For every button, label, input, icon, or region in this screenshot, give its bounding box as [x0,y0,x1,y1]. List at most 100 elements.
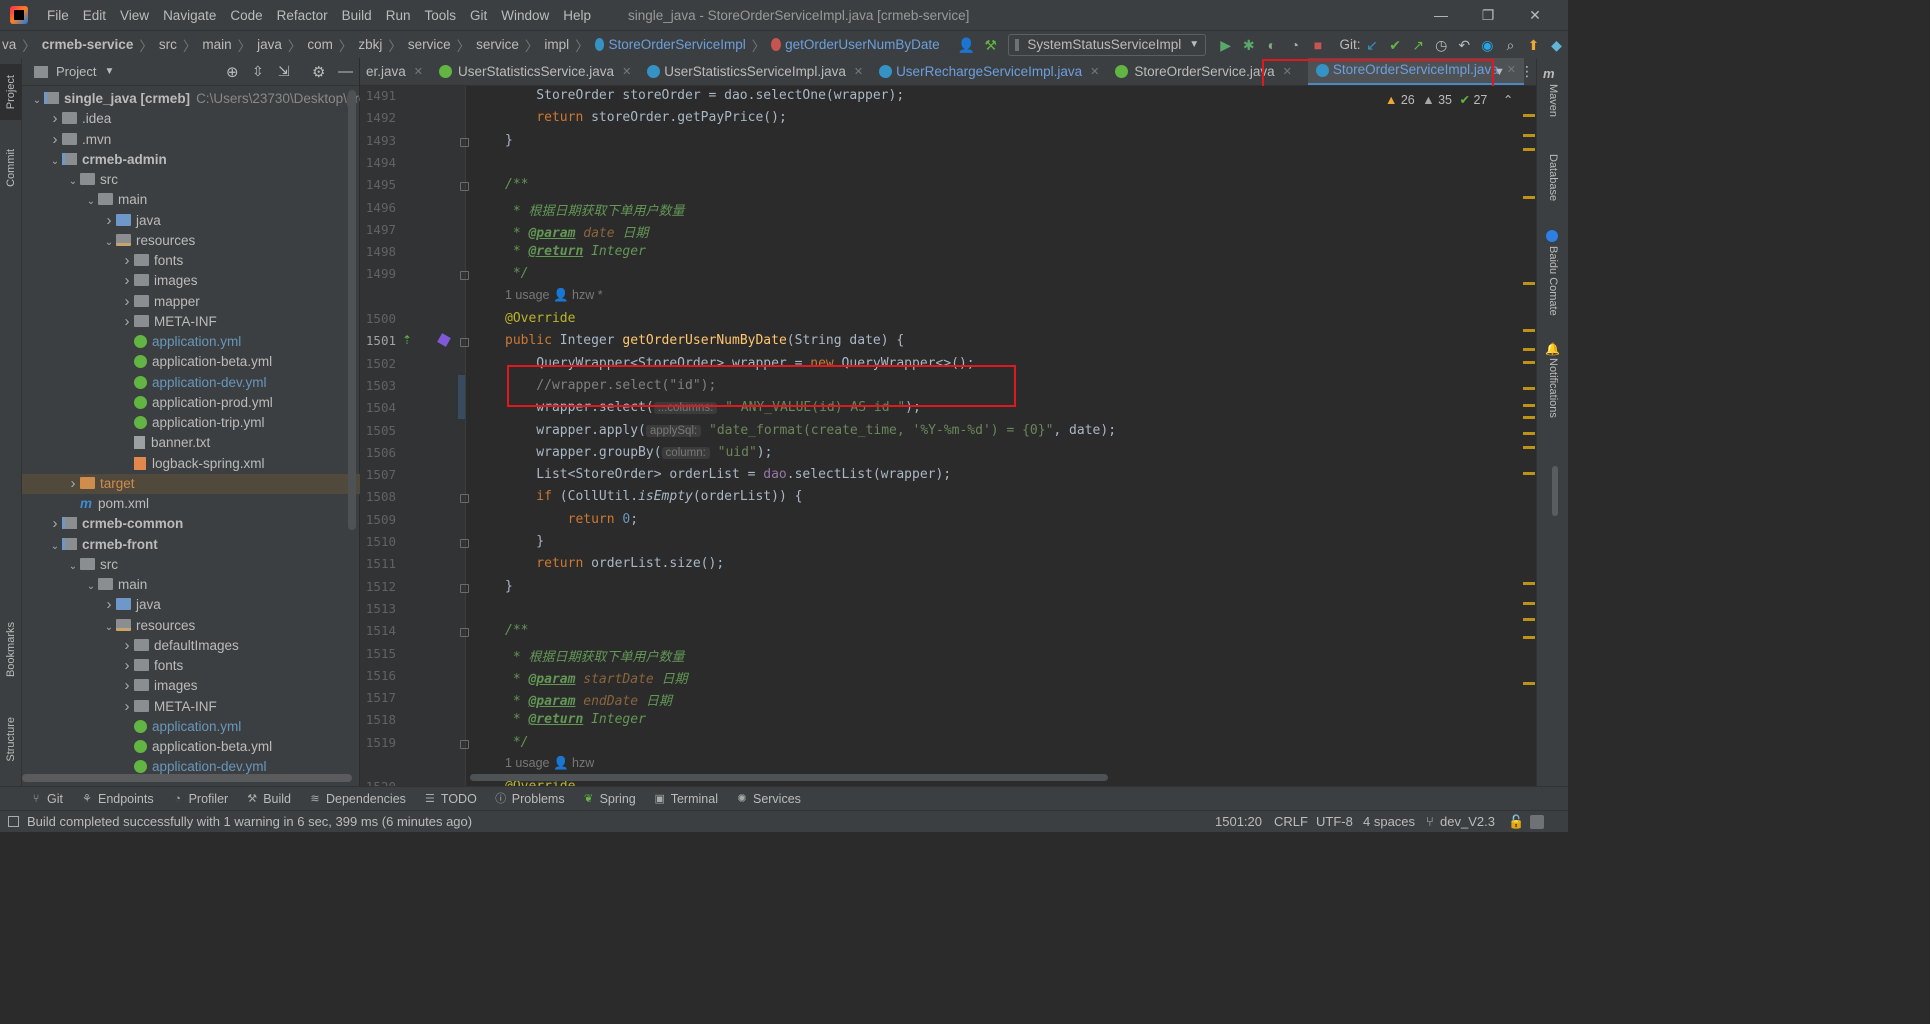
breadcrumb-class[interactable]: StoreOrderServiceImpl [608,37,745,52]
tree-item[interactable]: › META-INF [22,312,360,332]
stripe-mark[interactable] [1523,329,1535,332]
breadcrumb-item[interactable]: com [307,37,333,52]
tool-tab-structure[interactable]: Structure [0,704,22,774]
usages-link[interactable]: 1 usage [505,288,549,302]
tree-item[interactable]: ⌄ resources [22,616,360,636]
line-number[interactable]: 1495 [360,177,396,192]
line-number[interactable]: 1520 [360,779,396,786]
close-icon[interactable]: ✕ [1090,58,1099,85]
menu-code[interactable]: Code [223,8,269,23]
line-number[interactable]: 1506 [360,445,396,460]
tree-item[interactable]: application.yml [22,332,360,352]
chevron-right-icon[interactable]: › [120,292,134,312]
tree-item[interactable]: › images [22,271,360,291]
code-line[interactable]: /** [505,177,528,192]
line-number[interactable]: 1497 [360,222,396,237]
tree-item[interactable]: › fonts [22,656,360,676]
menu-tools[interactable]: Tools [417,8,463,23]
stop-icon[interactable]: ■ [1310,35,1325,55]
stripe-mark[interactable] [1523,114,1535,117]
tool-endpoints[interactable]: ⚘ Endpoints [81,792,154,806]
tree-item[interactable]: › fonts [22,251,360,271]
status-message[interactable]: Build completed successfully with 1 warn… [27,814,472,829]
menu-git[interactable]: Git [463,8,494,23]
git-update-icon[interactable]: ↙ [1364,35,1379,55]
tree-item[interactable]: › defaultImages [22,636,360,656]
tree-item[interactable]: › META-INF [22,697,360,717]
breadcrumb-item[interactable]: service [408,37,451,52]
tool-terminal[interactable]: ▣ Terminal [654,792,718,806]
line-number[interactable]: 1516 [360,668,396,683]
code-line[interactable]: return orderList.size(); [505,556,724,571]
line-number[interactable]: 1514 [360,623,396,638]
profile-icon[interactable]: ◔ [1287,35,1302,55]
code-vision-hint[interactable]: 1 usage 👤 hzw [505,756,594,771]
tool-tab-database[interactable]: Database [1537,154,1569,201]
code-line[interactable]: wrapper.apply(applySql: "date_format(cre… [505,423,1116,438]
stripe-mark[interactable] [1523,134,1535,137]
tree-item[interactable]: ⌄ main [22,575,360,595]
stripe-mark[interactable] [1523,282,1535,285]
gear-icon[interactable]: ⚙ [312,63,325,81]
tree-item[interactable]: application-beta.yml [22,352,360,372]
chevron-right-icon[interactable]: › [48,130,62,150]
line-number[interactable]: 1492 [360,110,396,125]
stripe-mark[interactable] [1523,148,1535,151]
tool-problems[interactable]: ⓘ Problems [495,792,564,806]
project-scrollbar[interactable] [348,90,356,530]
more-icon[interactable]: ⋮ [1520,63,1534,80]
debug-icon[interactable]: ✱ [1241,35,1256,55]
coverage-icon[interactable]: ◐ [1264,35,1279,55]
breadcrumb-item[interactable]: zbkj [358,37,382,52]
line-number[interactable]: 1500 [360,311,396,326]
stripe-mark[interactable] [1523,636,1535,639]
chevron-down-icon[interactable]: ⌄ [84,577,98,597]
tool-profiler[interactable]: ◔ Profiler [172,792,228,806]
git-push-icon[interactable]: ↗ [1411,35,1426,55]
inspection-widget[interactable]: ▲ 26 ▲ 35 ✔ 27 ⌃ ⌄ [1385,92,1535,107]
close-icon[interactable]: ✕ [1512,0,1558,30]
tool-dependencies[interactable]: ≋ Dependencies [309,792,406,806]
breadcrumb-item[interactable]: va [2,37,16,52]
tree-item[interactable]: ⌄ crmeb-admin [22,150,360,170]
code-line[interactable]: * @param startDate 日期 [505,668,688,687]
stripe-mark[interactable] [1523,432,1535,435]
chevron-down-icon[interactable]: ⌄ [48,537,62,557]
menu-file[interactable]: File [40,8,76,23]
line-number[interactable]: 1499 [360,266,396,281]
git-commit-icon[interactable]: ✔ [1388,35,1403,55]
tree-item[interactable]: application-beta.yml [22,737,360,757]
project-horizontal-scrollbar[interactable] [22,774,352,782]
tree-item[interactable]: ⌄ single_java [crmeb] C:\Users\23730\Deskt… [22,89,367,109]
indent-setting[interactable]: 4 spaces [1363,811,1415,833]
chevron-down-icon[interactable]: ⌄ [48,152,62,172]
tree-item[interactable]: application-prod.yml [22,393,360,413]
code-line[interactable]: * @param date 日期 [505,222,649,241]
tree-item[interactable]: › mapper [22,292,360,312]
search-icon[interactable]: ⌕ [1503,35,1518,55]
line-number[interactable]: 1517 [360,690,396,705]
stripe-mark[interactable] [1523,582,1535,585]
tool-git[interactable]: ⑂ Git [30,792,63,806]
fold-marker-icon[interactable] [460,539,469,548]
tree-item[interactable]: ⌄ src [22,170,360,190]
expand-all-icon[interactable]: ⇳ [252,63,264,80]
hide-icon[interactable]: — [338,63,353,80]
line-number[interactable]: 1512 [360,579,396,594]
stripe-mark[interactable] [1523,602,1535,605]
usages-link[interactable]: 1 usage [505,756,549,770]
tree-item[interactable]: › java [22,211,360,231]
tool-tab-bookmarks[interactable]: Bookmarks [0,610,22,690]
line-number[interactable]: 1503 [360,378,396,393]
git-branch[interactable]: dev_V2.3 [1440,811,1495,833]
tree-item[interactable]: m pom.xml [22,494,360,514]
breadcrumb-item[interactable]: src [159,37,177,52]
status-toggle-icon[interactable] [8,816,19,827]
breadcrumb-method[interactable]: getOrderUserNumByDate [785,37,940,52]
close-icon[interactable]: ✕ [1507,58,1516,84]
fold-marker-icon[interactable] [460,494,469,504]
comate-gutter-icon[interactable] [437,333,451,348]
menu-run[interactable]: Run [379,8,418,23]
chevron-down-icon[interactable]: ⌄ [84,192,98,212]
chevron-down-icon[interactable]: ⌄ [102,233,116,253]
